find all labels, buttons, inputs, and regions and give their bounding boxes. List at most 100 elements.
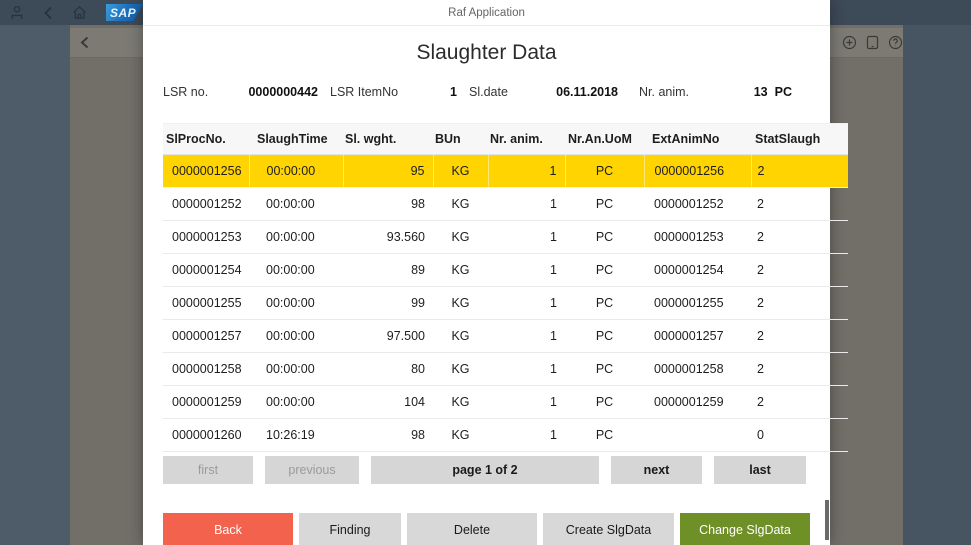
cell: 10:26:19	[249, 419, 343, 452]
nr-anim-value: 13PC	[704, 85, 810, 99]
cell: 0000001257	[644, 320, 751, 353]
cell: 1	[488, 155, 565, 188]
help-icon[interactable]	[888, 35, 903, 50]
pagination-bar: first previous page 1 of 2 next last	[163, 456, 810, 484]
cell: PC	[565, 188, 644, 221]
slaughter-table: SlProcNo.SlaughTimeSl. wght.BUnNr. anim.…	[163, 123, 848, 452]
cell: 1	[488, 188, 565, 221]
cell: 0000001254	[163, 254, 249, 287]
change-slgdata-button[interactable]: Change SlgData	[680, 513, 810, 545]
cell: 1	[488, 254, 565, 287]
cell: 0000001253	[163, 221, 249, 254]
cell: PC	[565, 221, 644, 254]
table-row[interactable]: 000000125400:00:0089KG1PC00000012542	[163, 254, 848, 287]
cell: 2	[751, 353, 848, 386]
cell: 00:00:00	[249, 155, 343, 188]
cell: 2	[751, 386, 848, 419]
cell: 2	[751, 320, 848, 353]
cell: PC	[565, 155, 644, 188]
table-row[interactable]: 000000125200:00:0098KG1PC00000012522	[163, 188, 848, 221]
cell: 95	[343, 155, 433, 188]
screen: SAP	[0, 0, 971, 545]
table-row[interactable]: 000000125500:00:0099KG1PC00000012552	[163, 287, 848, 320]
cell: 0000001252	[644, 188, 751, 221]
create-slgdata-button[interactable]: Create SlgData	[543, 513, 674, 545]
table-row[interactable]: 000000125300:00:0093.560KG1PC00000012532	[163, 221, 848, 254]
table-row[interactable]: 000000125900:00:00104KG1PC00000012592	[163, 386, 848, 419]
lsr-no-label: LSR no.	[163, 85, 235, 99]
back-chevron-icon[interactable]	[80, 36, 89, 49]
action-button-bar: Back Finding Delete Create SlgData Chang…	[163, 513, 810, 545]
lsr-itemno-value: 1	[418, 85, 457, 99]
sl-date-value: 06.11.2018	[549, 85, 618, 99]
lsr-no-value: 0000000442	[235, 85, 318, 99]
pagination-first-button[interactable]: first	[163, 456, 253, 484]
device-icon[interactable]	[866, 35, 879, 50]
zoom-in-icon[interactable]	[842, 35, 857, 50]
delete-button[interactable]: Delete	[407, 513, 537, 545]
cell: KG	[433, 287, 488, 320]
nr-anim-label: Nr. anim.	[618, 85, 704, 99]
column-header: StatSlaugh	[751, 124, 848, 155]
back-icon[interactable]	[43, 6, 53, 20]
column-header: Nr.An.UoM	[565, 124, 644, 155]
column-header: BUn	[433, 124, 488, 155]
cell	[644, 419, 751, 452]
table-row[interactable]: 000000125700:00:0097.500KG1PC00000012572	[163, 320, 848, 353]
pagination-status: page 1 of 2	[371, 456, 599, 484]
pagination-previous-button[interactable]: previous	[265, 456, 359, 484]
pagination-next-button[interactable]: next	[611, 456, 702, 484]
finding-button[interactable]: Finding	[299, 513, 401, 545]
home-icon[interactable]	[72, 5, 87, 20]
cell: PC	[565, 386, 644, 419]
shell-top-bar-left: SAP	[0, 0, 143, 25]
cell: 1	[488, 320, 565, 353]
cell: 0000001254	[644, 254, 751, 287]
column-header: Sl. wght.	[343, 124, 433, 155]
cell: PC	[565, 287, 644, 320]
cell: KG	[433, 419, 488, 452]
user-icon[interactable]	[10, 5, 24, 20]
cell: 99	[343, 287, 433, 320]
table-row[interactable]: 000000125600:00:0095KG1PC00000012562	[163, 155, 848, 188]
dimmed-right-edge	[903, 25, 971, 545]
pagination-last-button[interactable]: last	[714, 456, 806, 484]
cell: KG	[433, 155, 488, 188]
table-row[interactable]: 000000125800:00:0080KG1PC00000012582	[163, 353, 848, 386]
cell: 80	[343, 353, 433, 386]
cell: 0000001259	[644, 386, 751, 419]
cell: KG	[433, 386, 488, 419]
table-row[interactable]: 000000126010:26:1998KG1PC0	[163, 419, 848, 452]
lsr-itemno-label: LSR ItemNo	[318, 85, 418, 99]
cell: 0000001257	[163, 320, 249, 353]
cell: KG	[433, 221, 488, 254]
cell: 1	[488, 419, 565, 452]
back-button[interactable]: Back	[163, 513, 293, 545]
cell: KG	[433, 320, 488, 353]
cell: 1	[488, 287, 565, 320]
cell: 00:00:00	[249, 287, 343, 320]
scrollbar-thumb[interactable]	[825, 500, 829, 540]
dimmed-page-left	[70, 25, 143, 545]
cell: PC	[565, 419, 644, 452]
dialog-title: Slaughter Data	[143, 38, 830, 68]
cell: 2	[751, 221, 848, 254]
cell: 0000001252	[163, 188, 249, 221]
cell: 00:00:00	[249, 254, 343, 287]
cell: KG	[433, 188, 488, 221]
slaughter-table-body: 000000125600:00:0095KG1PC000000125620000…	[163, 155, 848, 452]
slaughter-table-header-row: SlProcNo.SlaughTimeSl. wght.BUnNr. anim.…	[163, 124, 848, 155]
column-header: Nr. anim.	[488, 124, 565, 155]
cell: 2	[751, 188, 848, 221]
cell: 98	[343, 188, 433, 221]
sap-logo: SAP	[106, 4, 143, 21]
column-header: SlProcNo.	[163, 124, 249, 155]
cell: KG	[433, 353, 488, 386]
cell: 00:00:00	[249, 353, 343, 386]
cell: 1	[488, 221, 565, 254]
cell: 1	[488, 386, 565, 419]
dimmed-left-nav	[0, 25, 70, 545]
cell: 0000001256	[644, 155, 751, 188]
column-header: ExtAnimNo	[644, 124, 751, 155]
cell: 0	[751, 419, 848, 452]
